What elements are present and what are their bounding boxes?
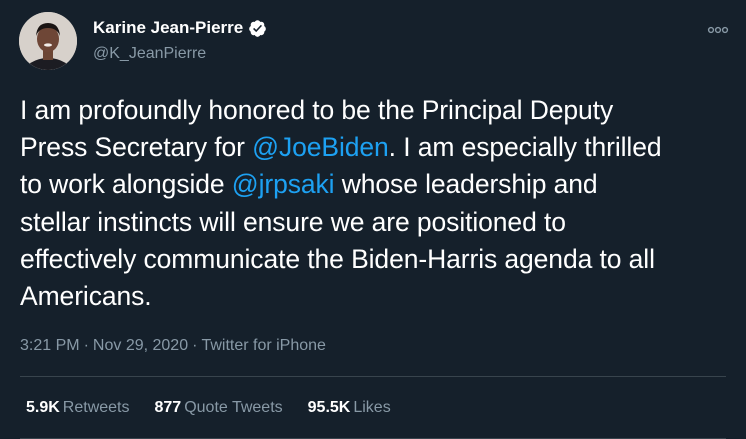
tweet-text-segment: . I am especially thrilled: [388, 132, 662, 163]
tweet-text-segment: Americans.: [20, 281, 152, 312]
quote-tweets-count: 877: [154, 399, 182, 416]
retweets-label: Retweets: [62, 399, 130, 416]
tweet-source[interactable]: Twitter for iPhone: [201, 337, 326, 354]
tweet-text-segment: effectively communicate the Biden-Harris…: [20, 243, 655, 274]
tweet-text-line: I am profoundly honored to be the Princi…: [20, 92, 732, 129]
author-handle[interactable]: @K_JeanPierre: [93, 44, 206, 64]
meta-separator: ·: [192, 337, 198, 354]
verified-badge-icon: [248, 19, 267, 38]
avatar-image: [19, 12, 77, 70]
author-name-row[interactable]: Karine Jean-Pierre: [93, 18, 267, 38]
retweets-stat[interactable]: 5.9K Retweets: [26, 398, 130, 418]
meta-separator: ·: [83, 337, 89, 354]
quote-tweets-label: Quote Tweets: [184, 399, 283, 416]
more-options-button[interactable]: [706, 22, 730, 38]
tweet-time[interactable]: 3:21 PM: [20, 337, 80, 354]
quote-tweets-stat[interactable]: 877 Quote Tweets: [155, 398, 283, 418]
tweet-text-segment: Press Secretary for: [20, 132, 253, 163]
divider: [20, 376, 726, 377]
tweet-text-line: stellar instincts will ensure we are pos…: [20, 204, 732, 241]
tweet-card: Karine Jean-Pierre @K_JeanPierre I am pr…: [0, 0, 746, 439]
tweet-text-line: to work alongside @jrpsaki whose leaders…: [20, 166, 732, 203]
likes-count: 95.5K: [307, 399, 351, 416]
likes-stat[interactable]: 95.5K Likes: [308, 398, 391, 418]
tweet-text-segment: I am profoundly honored to be the Princi…: [20, 95, 614, 125]
avatar[interactable]: [19, 12, 77, 70]
tweet-text-line: Americans.: [20, 278, 732, 315]
mention-link[interactable]: @JoeBiden: [252, 132, 389, 162]
tweet-text: I am profoundly honored to be the Princi…: [20, 92, 732, 315]
tweet-text-segment: to work alongside: [20, 169, 232, 200]
tweet-text-segment: stellar instincts will ensure we are pos…: [20, 206, 566, 237]
tweet-meta: 3:21 PM · Nov 29, 2020 · Twitter for iPhone: [20, 336, 326, 356]
tweet-text-line: Press Secretary for @JoeBiden. I am espe…: [20, 129, 732, 166]
tweet-text-line: effectively communicate the Biden-Harris…: [20, 241, 732, 278]
tweet-stats: 5.9K Retweets 877 Quote Tweets 95.5K Likes: [26, 398, 391, 418]
author-display-name[interactable]: Karine Jean-Pierre: [93, 18, 243, 38]
tweet-date[interactable]: Nov 29, 2020: [93, 337, 188, 354]
retweets-count: 5.9K: [26, 399, 60, 416]
mention-link[interactable]: @jrpsaki: [232, 169, 335, 199]
more-options-icon: [707, 26, 729, 34]
likes-label: Likes: [353, 399, 391, 416]
tweet-text-segment: whose leadership and: [334, 169, 598, 200]
